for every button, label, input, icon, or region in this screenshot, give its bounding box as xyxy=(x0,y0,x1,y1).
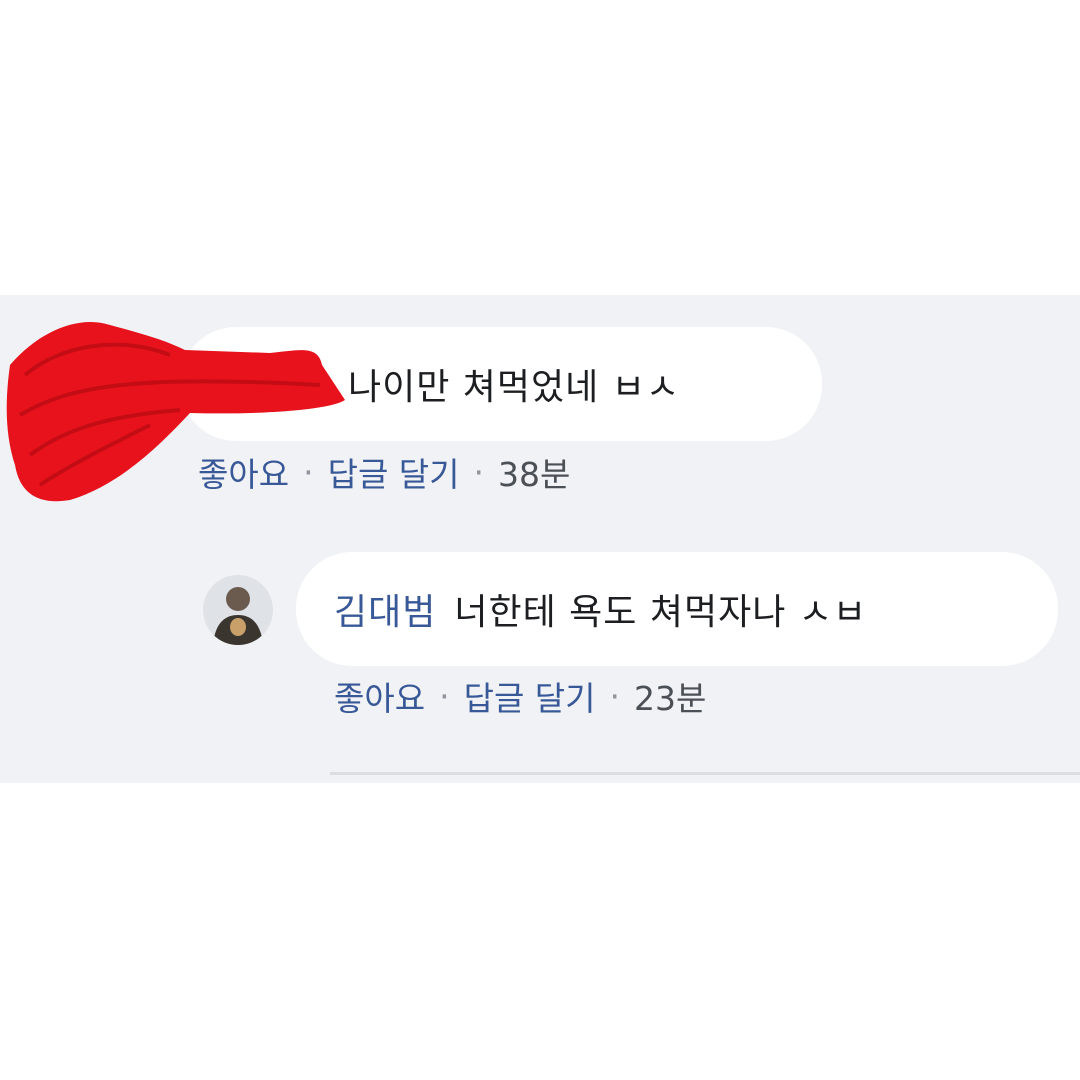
user-photo-avatar-icon xyxy=(203,575,273,645)
comment-actions: 좋아요 · 답글 달기 · 23분 xyxy=(334,672,706,720)
comment-author[interactable]: 김대범 xyxy=(334,583,436,635)
comment-timestamp[interactable]: 38분 xyxy=(498,448,570,496)
reply-button[interactable]: 답글 달기 xyxy=(464,672,596,720)
separator-dot: · xyxy=(473,452,485,492)
comment-timestamp[interactable]: 23분 xyxy=(634,672,706,720)
redaction-scribble xyxy=(6,321,345,502)
divider xyxy=(330,772,1080,775)
avatar[interactable] xyxy=(203,575,273,645)
separator-dot: · xyxy=(609,676,621,716)
comment-text: 너한테 욕도 쳐먹자나 ㅅㅂ xyxy=(454,592,868,633)
comment-text: 나이만 쳐먹었네 ㅂㅅ xyxy=(348,367,680,408)
separator-dot: · xyxy=(439,676,450,716)
reply-bubble: 김대범 너한테 욕도 쳐먹자나 ㅅㅂ xyxy=(296,552,1058,666)
like-button[interactable]: 좋아요 xyxy=(334,672,425,720)
